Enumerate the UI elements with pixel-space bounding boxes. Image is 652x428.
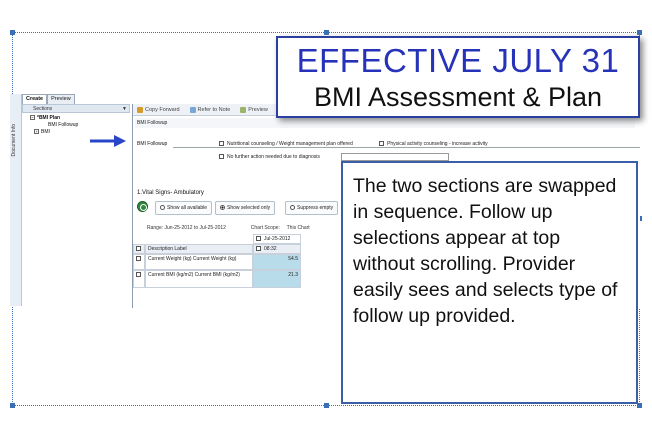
table-row: Current Weight (kg) Current Weight (kg) … <box>133 254 301 270</box>
explanation-callout: The two sections are swapped in sequence… <box>341 161 638 404</box>
collapse-icon[interactable]: − <box>30 115 35 121</box>
preview-icon <box>240 106 247 113</box>
row-checkbox[interactable] <box>133 254 145 270</box>
table-row: Jul-25-2012 <box>133 234 301 244</box>
expand-icon[interactable]: + <box>34 129 39 135</box>
sections-panel: Create Preview Sections ▼ − *BMI Plan BMI… <box>22 94 130 306</box>
sections-header: Sections ▼ <box>22 104 130 113</box>
refresh-icon[interactable] <box>137 201 148 212</box>
chart-scope-label: Chart Scope: <box>250 225 280 231</box>
row-value[interactable]: 21.3 <box>253 270 301 288</box>
divider <box>173 147 640 148</box>
row-value[interactable]: 54.5 <box>253 254 301 270</box>
no-further-action-checkbox[interactable]: No further action needed due to diagnosi… <box>219 154 320 160</box>
tree-item-bmi-followup[interactable]: BMI Followup <box>30 122 78 129</box>
tree-item-bmi-plan[interactable]: − *BMI Plan <box>30 115 78 122</box>
document-info-strip: Document Info <box>10 94 22 306</box>
sections-label: Sections <box>33 106 53 112</box>
range-text: Range: Jun-25-2012 to Jul-25-2012 <box>147 225 226 231</box>
nutritional-checkbox[interactable]: Nutritional counseling / Weight manageme… <box>219 141 353 147</box>
radio-show-selected[interactable]: Show selected only <box>215 201 276 215</box>
row-label: Current Weight (kg) Current Weight (kg) <box>145 254 253 270</box>
copy-forward-button[interactable]: Copy Forward <box>137 106 180 113</box>
resize-handle[interactable] <box>637 30 642 35</box>
range-row: Range: Jun-25-2012 to Jul-25-2012 Chart … <box>147 225 310 231</box>
pointer-arrow-icon <box>90 135 126 147</box>
section-tree: − *BMI Plan BMI Followup + BMI <box>30 115 78 136</box>
tab-bar: Create Preview <box>22 94 75 104</box>
table-row: Current BMI (kg/m2) Current BMI (kg/m2) … <box>133 270 301 288</box>
callout-text: The two sections are swapped in sequence… <box>353 175 618 327</box>
tab-create[interactable]: Create <box>22 94 48 104</box>
description-header: Description Label <box>145 244 253 254</box>
table-header-row: Description Label 08:32 <box>133 244 301 254</box>
radio-suppress-empty[interactable]: Suppress empty <box>285 201 339 215</box>
tab-preview[interactable]: Preview <box>47 94 75 104</box>
no-further-reason-input[interactable] <box>341 153 449 161</box>
preview-button[interactable]: Preview <box>240 106 268 113</box>
copy-icon <box>137 106 143 113</box>
document-info-label: Document Info <box>11 124 17 157</box>
physical-activity-checkbox[interactable]: Physical activity counseling - increase … <box>379 141 488 147</box>
effective-date-headline: EFFECTIVE JULY 31 <box>296 42 620 79</box>
resize-handle[interactable] <box>324 403 329 408</box>
date-column-header[interactable]: Jul-25-2012 <box>253 234 301 244</box>
chart-scope-value: This Chart <box>286 225 310 231</box>
row-label: Current BMI (kg/m2) Current BMI (kg/m2) <box>145 270 253 288</box>
resize-handle[interactable] <box>10 30 15 35</box>
pin-icon[interactable]: ▼ <box>122 105 127 113</box>
resize-handle[interactable] <box>324 30 329 35</box>
banner-subhead: BMI Assessment & Plan <box>313 82 603 112</box>
bmi-followup-label: BMI Followup <box>137 141 168 147</box>
resize-handle[interactable] <box>10 403 15 408</box>
radio-show-all[interactable]: Show all available <box>155 201 213 215</box>
section-header: BMI Followup <box>135 118 635 128</box>
note-icon <box>189 106 196 113</box>
time-column-header[interactable]: 08:32 <box>253 244 301 254</box>
row-checkbox[interactable] <box>133 270 145 288</box>
tree-item-bmi[interactable]: + BMI <box>30 129 78 136</box>
select-all-checkbox[interactable] <box>133 244 145 254</box>
announcement-banner: EFFECTIVE JULY 31 BMI Assessment & Plan <box>276 36 640 118</box>
refer-to-note-button[interactable]: Refer to Note <box>189 106 230 113</box>
vitals-title: 1.Vital Signs- Ambulatory <box>137 190 204 196</box>
